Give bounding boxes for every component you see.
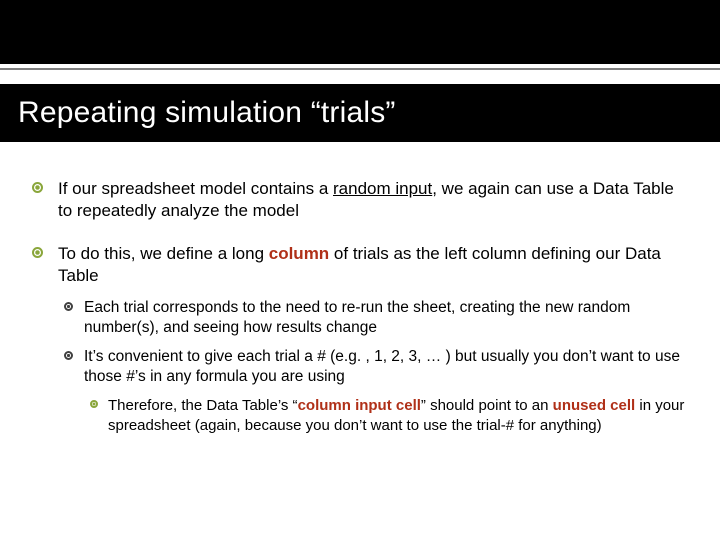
b2s2s1-pre: Therefore, the Data Table’s “ (108, 397, 298, 414)
divider-rule (0, 68, 720, 70)
bullet-2-sub-1: Each trial corresponds to the need to re… (58, 298, 690, 339)
top-black-band (0, 0, 720, 64)
bullet-2-sub-2: It’s convenient to give each trial a # (… (58, 347, 690, 436)
b2s2s1-accent2: unused cell (553, 397, 636, 414)
bullet-2-sub-2-text: It’s convenient to give each trial a # (… (84, 348, 680, 385)
title-bar: Repeating simulation “trials” (0, 84, 720, 142)
bullet-2-accent: column (269, 244, 329, 263)
slide-body: If our spreadsheet model contains a rand… (28, 178, 690, 456)
bullet-1: If our spreadsheet model contains a rand… (28, 178, 690, 223)
bullet-2-pre: To do this, we define a long (58, 244, 269, 263)
bullet-1-pre: If our spreadsheet model contains a (58, 179, 333, 198)
b2s2s1-accent1: column input cell (298, 397, 421, 414)
slide-title: Repeating simulation “trials” (0, 96, 396, 130)
bullet-1-underline: random input (333, 179, 432, 198)
bullet-2: To do this, we define a long column of t… (28, 243, 690, 436)
b2s2s1-mid: ” should point to an (421, 397, 553, 414)
bullet-2-sub-2-sub-1: Therefore, the Data Table’s “column inpu… (84, 396, 690, 437)
slide: Repeating simulation “trials” If our spr… (0, 0, 720, 540)
